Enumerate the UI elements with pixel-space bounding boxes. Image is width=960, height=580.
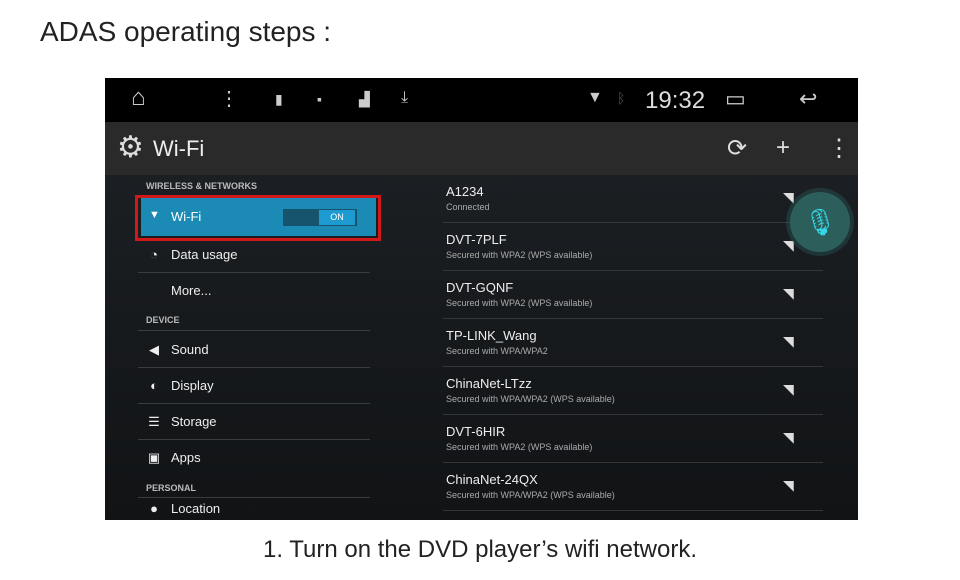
image-icon: ▪ (317, 91, 322, 107)
home-icon[interactable]: ⌂ (131, 84, 146, 112)
network-status: Secured with WPA2 (WPS available) (446, 298, 593, 308)
page-heading: ADAS operating steps : (40, 16, 332, 47)
add-icon[interactable]: + (776, 134, 790, 162)
wifi-network-item[interactable]: DVT-6HIR Secured with WPA2 (WPS available… (443, 415, 823, 463)
sidebar-item-data-usage[interactable]: ◔ Data usage (138, 237, 370, 273)
network-status: Secured with WPA/WPA2 (446, 346, 548, 356)
recent-apps-icon[interactable]: ▭ (725, 86, 746, 112)
sidebar-item-display[interactable]: ◐ Display (138, 368, 370, 404)
network-name: ChinaNet-24QX (446, 472, 538, 487)
item-label: More... (171, 283, 212, 298)
network-status: Secured with WPA2 (WPS available) (446, 442, 593, 452)
network-status: Secured with WPA/WPA2 (WPS available) (446, 490, 615, 500)
wifi-network-item[interactable]: DVT-7PLF Secured with WPA2 (WPS available… (443, 223, 823, 271)
settings-gear-icon[interactable]: ⚙ (117, 130, 144, 165)
section-header-wireless: WIRELESS & NETWORKS (146, 181, 258, 191)
action-bar: ⚙ Wi-Fi ⟳ + ⋮ (105, 122, 858, 175)
overflow-menu-icon[interactable]: ⋮ (827, 134, 851, 163)
download-icon: ⤓ (401, 89, 409, 106)
bluetooth-icon: ᛒ (617, 90, 626, 106)
microphone-icon: 🎙 (803, 207, 837, 237)
location-icon: ● (150, 501, 158, 516)
network-name: TP-LINK_Wang (446, 328, 537, 343)
network-name: A1234 (446, 184, 484, 199)
status-bar: ⌂ ⋮ ▮ ▪ ▟ ⤓ ▼ ᛒ 19:32 ▭ ↩ (105, 78, 858, 122)
item-label: Storage (171, 414, 217, 429)
sound-icon: ◀ (149, 342, 159, 357)
item-label: Display (171, 378, 214, 393)
item-label: Data usage (171, 247, 238, 262)
menu-dots-icon[interactable]: ⋮ (219, 86, 239, 111)
network-name: DVT-6HIR (446, 424, 506, 439)
sidebar-item-apps[interactable]: ▣ Apps (138, 440, 370, 476)
wifi-network-item[interactable]: DVT-GQNF Secured with WPA2 (WPS available… (443, 271, 823, 319)
network-name: DVT-7PLF (446, 232, 507, 247)
annotation-highlight-box (135, 195, 381, 241)
network-status: Secured with WPA/WPA2 (WPS available) (446, 394, 615, 404)
clock: 19:32 (645, 87, 706, 114)
item-label: Location (171, 501, 221, 516)
data-usage-icon: ◔ (150, 247, 158, 262)
display-icon: ◐ (150, 378, 158, 393)
wifi-signal-lock-icon: ◥ (783, 381, 794, 397)
wifi-signal-lock-icon: ◥ (783, 477, 794, 493)
network-status: Connected (446, 202, 490, 212)
network-name: DVT-GQNF (446, 280, 514, 295)
caption: 1. Turn on the DVD player’s wifi network… (263, 536, 697, 563)
item-label: Apps (171, 450, 201, 465)
wifi-network-item[interactable]: TP-LINK_Wang Secured with WPA/WPA2 ◥ (443, 319, 823, 367)
back-icon[interactable]: ↩ (799, 86, 817, 112)
wifi-network-item[interactable]: ChinaNet-24QX Secured with WPA/WPA2 (WPS … (443, 463, 823, 511)
usb-icon: ▮ (275, 91, 283, 107)
sidebar-item-storage[interactable]: ☰ Storage (138, 404, 370, 440)
wifi-signal-lock-icon: ◥ (783, 429, 794, 445)
page-title: Wi-Fi (153, 136, 205, 161)
sidebar-item-more[interactable]: More... (138, 273, 370, 309)
wps-icon[interactable]: ⟳ (727, 134, 747, 163)
wifi-signal-lock-icon: ◥ (783, 333, 794, 349)
app-icon: ▟ (359, 91, 370, 107)
android-screen: ⌂ ⋮ ▮ ▪ ▟ ⤓ ▼ ᛒ 19:32 ▭ ↩ ⚙ Wi-Fi ⟳ + ⋮ … (105, 78, 858, 520)
apps-icon: ▣ (147, 450, 161, 465)
wifi-signal-lock-icon: ◥ (783, 189, 794, 205)
wifi-signal-lock-icon: ◥ (783, 237, 794, 253)
network-status: Secured with WPA2 (WPS available) (446, 250, 593, 260)
item-label: Sound (171, 342, 209, 357)
wifi-network-item[interactable]: ChinaNet-LTzz Secured with WPA/WPA2 (WPS … (443, 367, 823, 415)
sidebar-item-sound[interactable]: ◀ Sound (138, 332, 370, 368)
wifi-network-item[interactable]: A1234 Connected ◥ (443, 175, 823, 223)
wifi-signal-lock-icon: ◥ (783, 285, 794, 301)
wifi-icon: ▼ (587, 89, 603, 106)
voice-search-mic-button[interactable]: 🎙 (790, 192, 850, 252)
section-header-device: DEVICE (146, 315, 180, 325)
network-name: ChinaNet-LTzz (446, 376, 532, 391)
sidebar-item-location[interactable]: ● Location (138, 491, 370, 517)
storage-icon: ☰ (148, 414, 160, 429)
